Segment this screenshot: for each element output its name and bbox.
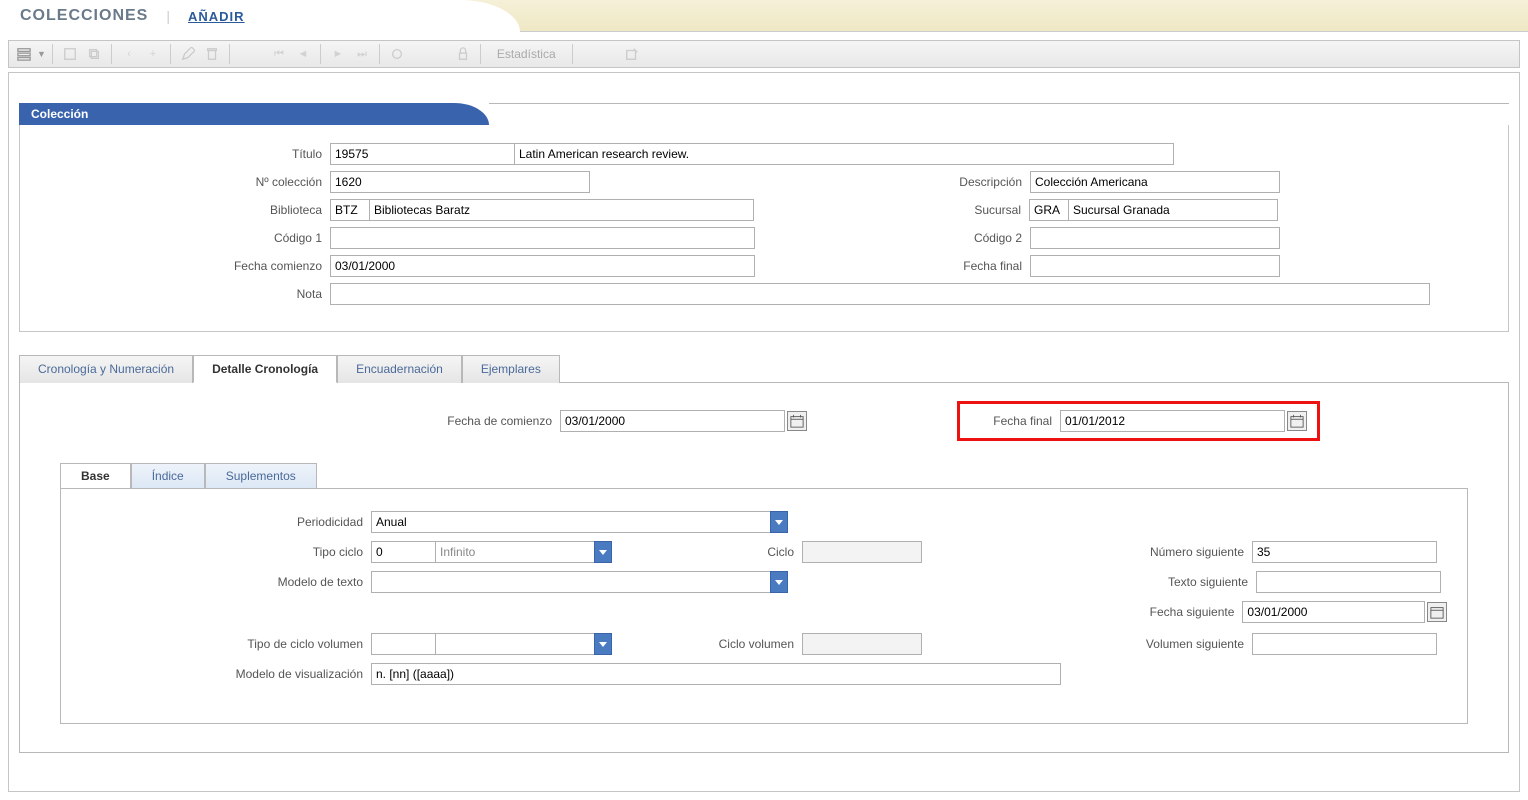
ffin-label: Fecha final (755, 259, 1030, 273)
inner-tab-suplementos[interactable]: Suplementos (205, 463, 317, 488)
separator: | (166, 8, 170, 24)
tab-ejemplares[interactable]: Ejemplares (462, 355, 560, 383)
inner-tab-base[interactable]: Base (60, 463, 131, 488)
list-view-button[interactable] (13, 43, 35, 65)
main-tabs: Cronología y Numeración Detalle Cronolog… (19, 354, 1509, 383)
bib-code-input[interactable] (330, 199, 370, 221)
volsig-input[interactable] (1252, 633, 1437, 655)
fechasig-label: Fecha siguiente (780, 605, 1242, 619)
back-button[interactable]: ◄ (292, 43, 314, 65)
ciclo-label: Ciclo (612, 545, 802, 559)
modtexto-label: Modelo de texto (81, 575, 371, 589)
dropdown-arrow-icon[interactable] (594, 541, 612, 563)
section-title: Colección (19, 103, 489, 125)
nota-label: Nota (30, 287, 330, 301)
cod2-label: Código 2 (755, 231, 1030, 245)
suc-text-input[interactable] (1068, 199, 1278, 221)
cod1-input[interactable] (330, 227, 755, 249)
calendar-icon[interactable] (1287, 411, 1307, 431)
section-header: Colección (19, 103, 1509, 125)
suc-code-input[interactable] (1029, 199, 1069, 221)
app-header: COLECCIONES | AÑADIR (0, 0, 1528, 32)
first-button[interactable]: ⏮ (268, 43, 290, 65)
period-label: Periodicidad (81, 515, 371, 529)
tipociclo-label: Tipo ciclo (81, 545, 371, 559)
calendar-icon[interactable] (787, 411, 807, 431)
ncol-label: Nº colección (30, 175, 330, 189)
bib-label: Biblioteca (30, 203, 330, 217)
bib-text-input[interactable] (369, 199, 754, 221)
tab-detalle-cronologia[interactable]: Detalle Cronología (193, 355, 337, 383)
prev-button[interactable]: ‹ (118, 43, 140, 65)
detail-ffin-input[interactable] (1060, 410, 1285, 432)
numsig-input[interactable] (1252, 541, 1437, 563)
add-link[interactable]: AÑADIR (188, 9, 245, 24)
inner-tab-content-base: Periodicidad Tipo ciclo Ciclo Número sig… (60, 488, 1468, 724)
edit-button[interactable] (177, 43, 199, 65)
detail-fcom-input[interactable] (560, 410, 785, 432)
tab-cronologia-numeracion[interactable]: Cronología y Numeración (19, 355, 193, 383)
calendar-icon[interactable] (1427, 602, 1447, 622)
inner-tabs: Base Índice Suplementos (60, 463, 1468, 488)
tipociclo-num-input[interactable] (371, 541, 436, 563)
desc-input[interactable] (1030, 171, 1280, 193)
ffin-input[interactable] (1030, 255, 1280, 277)
dropdown-arrow-icon[interactable] (770, 511, 788, 533)
tab-content-detalle: Fecha de comienzo Fecha final Base Índic… (19, 383, 1509, 753)
period-input[interactable] (371, 511, 771, 533)
chevron-down-icon: ▼ (37, 49, 46, 59)
app-title: COLECCIONES (20, 7, 148, 25)
fechasig-input[interactable] (1242, 601, 1425, 623)
refresh-button[interactable] (386, 43, 408, 65)
lock-button[interactable] (452, 43, 474, 65)
detail-ffin-label: Fecha final (970, 414, 1060, 428)
desc-label: Descripción (590, 175, 1030, 189)
tipovolciclo-text-input[interactable] (435, 633, 595, 655)
fcom-input[interactable] (330, 255, 755, 277)
titulo-text-input[interactable] (514, 143, 1174, 165)
delete-button[interactable] (201, 43, 223, 65)
export-button[interactable] (621, 43, 643, 65)
tipovolciclo-num-input[interactable] (371, 633, 436, 655)
titulo-code-input[interactable] (330, 143, 515, 165)
volsig-label: Volumen siguiente (922, 637, 1252, 651)
cod1-label: Código 1 (30, 231, 330, 245)
copy-button[interactable] (83, 43, 105, 65)
numsig-label: Número siguiente (922, 545, 1252, 559)
nota-input[interactable] (330, 283, 1430, 305)
textosig-input[interactable] (1256, 571, 1441, 593)
toolbar: ▼ ‹ + ⏮ ◄ ► ⏭ Estadística (8, 40, 1520, 68)
last-button[interactable]: ⏭ (351, 43, 373, 65)
ncol-input[interactable] (330, 171, 590, 193)
ciclovol-input (802, 633, 922, 655)
tipociclo-text-input[interactable] (435, 541, 595, 563)
tipovolciclo-label: Tipo de ciclo volumen (81, 637, 371, 651)
collection-panel: Título Nº colección Descripción Bibliote… (19, 125, 1509, 332)
dropdown-arrow-icon[interactable] (594, 633, 612, 655)
ciclovol-label: Ciclo volumen (612, 637, 802, 651)
dropdown-arrow-icon[interactable] (770, 571, 788, 593)
detail-fcom-label: Fecha de comienzo (40, 414, 560, 428)
textosig-label: Texto siguiente (788, 575, 1256, 589)
add-button[interactable]: + (142, 43, 164, 65)
suc-label: Sucursal (754, 203, 1029, 217)
fecha-final-highlight: Fecha final (957, 401, 1320, 441)
tab-encuadernacion[interactable]: Encuadernación (337, 355, 462, 383)
save-button[interactable] (59, 43, 81, 65)
titulo-label: Título (30, 147, 330, 161)
modvis-label: Modelo de visualización (81, 667, 371, 681)
fcom-label: Fecha comienzo (30, 259, 330, 273)
forward-button[interactable]: ► (327, 43, 349, 65)
ciclo-input (802, 541, 922, 563)
content-area: Colección Título Nº colección Descripció… (8, 72, 1520, 792)
modvis-input[interactable] (371, 663, 1061, 685)
modtexto-input[interactable] (371, 571, 771, 593)
stats-button[interactable]: Estadística (487, 43, 566, 65)
inner-tab-indice[interactable]: Índice (131, 463, 205, 488)
cod2-input[interactable] (1030, 227, 1280, 249)
